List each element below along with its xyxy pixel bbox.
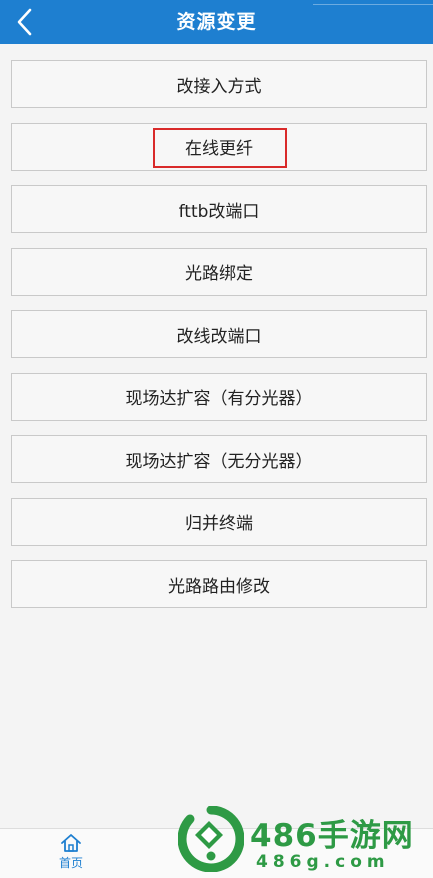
nav-home-tab[interactable]: 首页 xyxy=(30,833,112,877)
menu-button-label: 改接入方式 xyxy=(176,76,262,97)
watermark-brand: 486手游网 xyxy=(250,818,414,854)
menu-button-merge-terminal[interactable]: 归并终端 xyxy=(11,497,427,546)
menu-button-label: 改线改端口 xyxy=(176,326,262,347)
menu-button-label: 现场达扩容（有分光器） xyxy=(125,389,313,409)
menu-button-change-access-method[interactable]: 改接入方式 xyxy=(11,60,427,108)
menu-button-change-line-port[interactable]: 改线改端口 xyxy=(11,310,427,358)
menu-button-fttb-change-port[interactable]: fttb改端口 xyxy=(11,185,427,233)
app-header: 资源变更 xyxy=(0,0,433,44)
highlight-annotation-box xyxy=(153,127,287,168)
menu-button-label: fttb改端口 xyxy=(178,201,260,222)
menu-button-expansion-with-splitter[interactable]: 现场达扩容（有分光器） xyxy=(11,372,427,421)
menu-button-expansion-without-splitter[interactable]: 现场达扩容（无分光器） xyxy=(11,435,427,483)
nav-home-label: 首页 xyxy=(58,856,83,870)
menu-button-online-fiber-change[interactable]: 在线更纤 xyxy=(11,122,427,171)
menu-button-label: 光路路由修改 xyxy=(168,576,270,597)
menu-button-label: 归并终端 xyxy=(185,514,253,534)
home-icon xyxy=(61,834,81,852)
menu-button-label: 光路绑定 xyxy=(185,264,253,284)
watermark-url: 486g.com xyxy=(256,852,390,872)
menu-button-label: 现场达扩容（无分光器） xyxy=(125,451,313,472)
menu-button-optical-route-modify[interactable]: 光路路由修改 xyxy=(11,560,427,608)
watermark-logo-icon xyxy=(178,806,244,872)
page-title: 资源变更 xyxy=(176,11,257,33)
header-divider xyxy=(313,4,433,5)
menu-button-optical-path-binding[interactable]: 光路绑定 xyxy=(11,247,427,296)
watermark: 486手游网 486g.com xyxy=(178,806,433,877)
resource-change-menu: 改接入方式 在线更纤 fttb改端口 光路绑定 改线改端口 现场达扩容（有分光器… xyxy=(11,60,429,623)
